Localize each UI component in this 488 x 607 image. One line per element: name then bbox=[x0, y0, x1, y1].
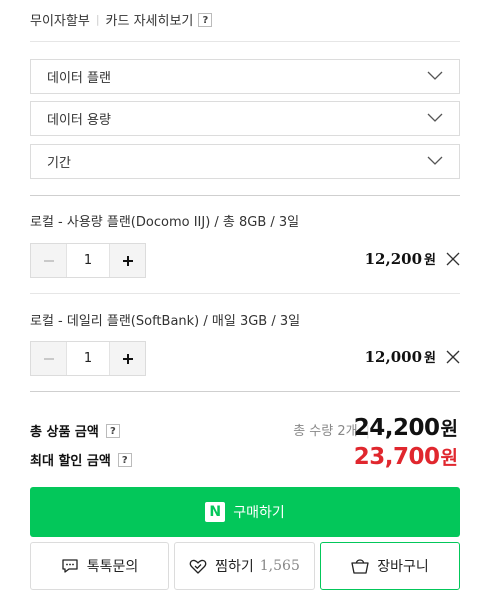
quantity-value[interactable]: 1 bbox=[66, 342, 110, 375]
decrease-button[interactable] bbox=[31, 244, 66, 277]
chevron-down-icon bbox=[427, 113, 443, 122]
shopping-bag-icon bbox=[351, 559, 369, 574]
currency-unit: 원 bbox=[424, 351, 436, 366]
increase-button[interactable] bbox=[110, 244, 145, 277]
discount-amount-value: 23,700 bbox=[353, 444, 440, 470]
divider bbox=[30, 293, 460, 294]
help-icon[interactable]: ? bbox=[105, 423, 120, 438]
item-price-row: 12,200 원 bbox=[365, 249, 460, 268]
chevron-down-icon bbox=[427, 156, 443, 165]
total-label-text: 총 상품 금액 bbox=[30, 425, 99, 440]
increase-button[interactable] bbox=[110, 342, 145, 375]
period-select[interactable]: 기간 bbox=[30, 144, 460, 179]
talk-inquiry-label: 톡톡문의 bbox=[86, 559, 139, 575]
cart-button[interactable]: 장바구니 bbox=[320, 542, 460, 590]
wish-button[interactable]: 찜하기 1,565 bbox=[174, 542, 315, 590]
item-price: 12,200 bbox=[364, 249, 423, 268]
select-label: 데이터 용량 bbox=[47, 113, 111, 128]
discount-label-text: 최대 할인 금액 bbox=[30, 454, 111, 469]
wish-label: 찜하기 bbox=[215, 559, 254, 575]
data-capacity-select[interactable]: 데이터 용량 bbox=[30, 101, 460, 136]
divider bbox=[30, 391, 460, 392]
chevron-down-icon bbox=[427, 71, 443, 80]
help-icon[interactable]: ? bbox=[198, 12, 213, 27]
discount-amount: 23,700 원 bbox=[354, 443, 458, 470]
quantity-stepper: 1 bbox=[30, 341, 146, 376]
close-icon[interactable] bbox=[446, 252, 460, 266]
minus-icon bbox=[43, 357, 54, 360]
chat-bubble-icon bbox=[62, 559, 78, 573]
total-amount-value: 24,200 bbox=[353, 415, 440, 441]
divider bbox=[30, 195, 460, 196]
total-price-label: 총 상품 금액 ? bbox=[30, 421, 120, 440]
item-price: 12,000 bbox=[364, 347, 423, 366]
interest-free-label: 무이자할부 bbox=[30, 14, 90, 29]
divider: | bbox=[95, 13, 100, 26]
total-quantity-text: 총 수량 2개 bbox=[293, 424, 358, 439]
talk-inquiry-button[interactable]: 톡톡문의 bbox=[30, 542, 169, 590]
select-label: 데이터 플랜 bbox=[47, 71, 111, 86]
help-icon[interactable]: ? bbox=[117, 452, 132, 467]
selected-item-name: 로컬 - 사용량 플랜(Docomo IIJ) / 총 8GB / 3일 bbox=[30, 215, 300, 230]
currency-unit: 원 bbox=[424, 253, 436, 268]
total-amount: 24,200 원 bbox=[354, 414, 458, 441]
quantity-value[interactable]: 1 bbox=[66, 244, 110, 277]
card-detail-link[interactable]: 카드 자세히보기 bbox=[106, 10, 194, 29]
cart-label: 장바구니 bbox=[377, 559, 429, 575]
select-label: 기간 bbox=[47, 156, 71, 171]
decrease-button[interactable] bbox=[31, 342, 66, 375]
max-discount-label: 최대 할인 금액 ? bbox=[30, 450, 132, 469]
payment-info-row: 무이자할부 | 카드 자세히보기 ? bbox=[30, 10, 213, 29]
currency-unit: 원 bbox=[440, 447, 458, 469]
plus-icon bbox=[122, 353, 133, 364]
quantity-stepper: 1 bbox=[30, 243, 146, 278]
item-price-row: 12,000 원 bbox=[365, 347, 460, 366]
plus-icon bbox=[122, 255, 133, 266]
selected-item-name: 로컬 - 데일리 플랜(SoftBank) / 매일 3GB / 3일 bbox=[30, 314, 301, 329]
buy-button-label: 구매하기 bbox=[233, 505, 285, 521]
close-icon[interactable] bbox=[446, 350, 460, 364]
naver-pay-logo: N bbox=[205, 502, 226, 522]
minus-icon bbox=[43, 259, 54, 262]
currency-unit: 원 bbox=[440, 418, 458, 440]
wish-count: 1,565 bbox=[259, 558, 300, 574]
divider bbox=[30, 41, 460, 42]
data-plan-select[interactable]: 데이터 플랜 bbox=[30, 59, 460, 94]
heart-check-icon bbox=[189, 559, 207, 574]
buy-button[interactable]: N 구매하기 bbox=[30, 487, 460, 537]
